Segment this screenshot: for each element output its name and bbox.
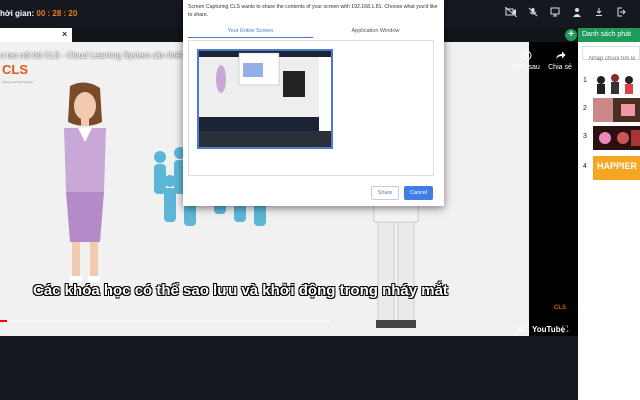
video-progress-bar[interactable] bbox=[0, 320, 330, 322]
share-label: Chia sẻ bbox=[548, 64, 572, 71]
clock-icon bbox=[511, 50, 541, 64]
download-icon[interactable] bbox=[592, 7, 606, 19]
tab-application-window[interactable]: Application Window bbox=[313, 28, 438, 38]
playlist-item-thumbnail bbox=[593, 70, 640, 94]
playlist-item-number: 3 bbox=[583, 133, 587, 140]
playlist-item-thumbnail: HAPPIER bbox=[593, 156, 640, 180]
cls-logo-subtitle: Cloud Learning System bbox=[2, 80, 34, 84]
dialog-tabs: Your Entire Screen Application Window bbox=[188, 28, 438, 38]
playlist-item[interactable]: 1 bbox=[578, 70, 640, 94]
playlist-item-number: 4 bbox=[583, 163, 587, 170]
playlist-search[interactable] bbox=[582, 46, 640, 65]
tab-entire-screen[interactable]: Your Entire Screen bbox=[188, 28, 313, 38]
entire-screen-thumbnail[interactable] bbox=[197, 49, 333, 149]
playlist-item-thumbnail bbox=[593, 126, 640, 150]
playlist-item[interactable]: 3 bbox=[578, 126, 640, 150]
watch-later-label: Xem sau bbox=[512, 64, 540, 71]
video-subtitle: Các khóa học có thể sao lưu và khởi động… bbox=[33, 282, 448, 299]
camera-off-icon[interactable] bbox=[504, 6, 518, 19]
playlist-search-input[interactable] bbox=[583, 53, 639, 65]
playlist-item-thumbnail-text: HAPPIER bbox=[597, 161, 638, 171]
playlist-sidebar: Danh sách phát 1 2 3 4 HAPPIER bbox=[578, 28, 640, 400]
mic-off-icon[interactable] bbox=[526, 7, 540, 19]
close-icon[interactable]: × bbox=[62, 29, 67, 39]
add-icon[interactable]: + bbox=[565, 29, 577, 41]
playlist-item-thumbnail bbox=[593, 98, 640, 122]
share-button[interactable]: Chia sẻ bbox=[545, 50, 575, 71]
playlist-item[interactable]: 2 bbox=[578, 98, 640, 122]
share-arrow-icon bbox=[545, 50, 575, 64]
gear-icon[interactable]: ⚙ bbox=[517, 324, 525, 335]
session-timer: hời gian: 00 : 28 : 20 bbox=[0, 9, 77, 18]
playlist-item-number: 1 bbox=[583, 77, 587, 84]
screen-share-icon[interactable] bbox=[548, 7, 562, 19]
playlist-item-number: 2 bbox=[583, 105, 587, 112]
cancel-button[interactable]: Cancel bbox=[404, 186, 433, 200]
screen-share-dialog: Screen Capturing CLS wants to share the … bbox=[183, 0, 444, 206]
watch-later-button[interactable]: Xem sau bbox=[511, 50, 541, 71]
logout-icon[interactable] bbox=[614, 7, 628, 19]
playlist-title: Danh sách phát bbox=[582, 31, 632, 38]
video-side-strip: Xem sau Chia sẻ bbox=[512, 42, 578, 336]
fullscreen-icon[interactable]: ⛶ bbox=[562, 324, 568, 335]
playlist-item[interactable]: 4 HAPPIER bbox=[578, 156, 640, 180]
timer-value: 00 : 28 : 20 bbox=[36, 9, 78, 18]
video-progress-fill bbox=[0, 320, 7, 322]
video-title: o tạo nội bộ CLS - Cloud Learning System… bbox=[0, 51, 193, 60]
screen-source-panel bbox=[188, 40, 434, 176]
user-icon[interactable] bbox=[570, 7, 584, 19]
dialog-message: Screen Capturing CLS wants to share the … bbox=[188, 4, 438, 18]
share-button[interactable]: Share bbox=[371, 186, 399, 200]
screen-thumbnail-image bbox=[199, 51, 331, 147]
timer-label: hời gian: bbox=[0, 9, 35, 18]
presenter-woman-illustration bbox=[64, 82, 106, 282]
top-toolbar bbox=[504, 6, 628, 19]
playlist-header: Danh sách phát bbox=[578, 28, 640, 42]
cls-corner-logo: CLS bbox=[554, 305, 566, 311]
youtube-logo[interactable]: YouTube bbox=[532, 325, 565, 334]
cls-logo: CLS bbox=[2, 62, 28, 77]
